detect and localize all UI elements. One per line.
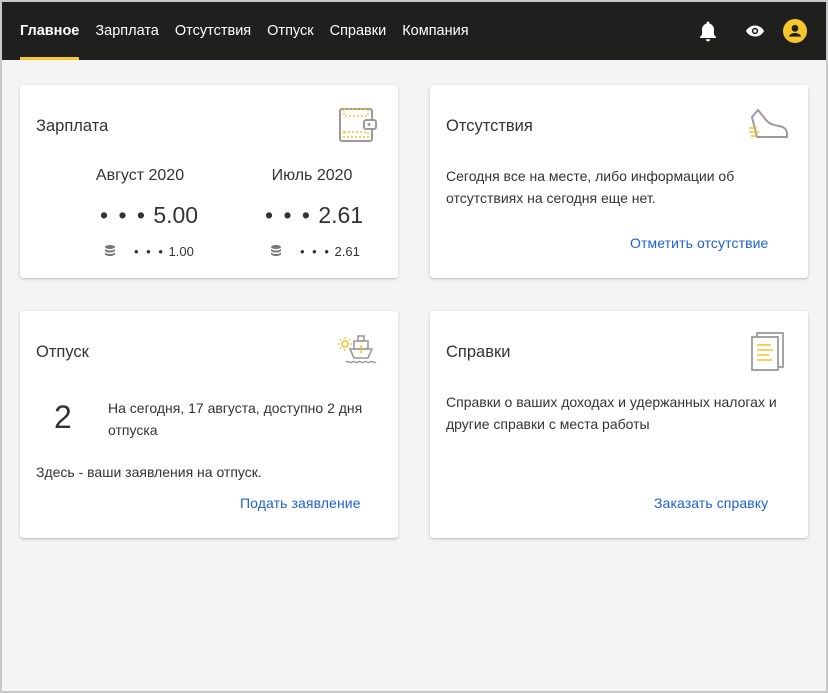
nav-item-salary[interactable]: Зарплата [95, 2, 159, 60]
salary-small-amount-value: 2.61 [334, 244, 360, 259]
nav-item-company[interactable]: Компания [402, 2, 468, 60]
absence-text: Сегодня все на месте, либо информации об… [446, 168, 735, 206]
eye-icon[interactable] [743, 19, 767, 43]
vacation-card[interactable]: Отпуск 2 На сегодня, 17 августа, доступн… [20, 311, 398, 538]
hidden-amount-dots: • • • [265, 202, 312, 228]
top-navigation-bar: Главное Зарплата Отсутствия Отпуск Справ… [2, 2, 826, 60]
order-certificate-link[interactable]: Заказать справку [654, 495, 768, 511]
submit-application-link[interactable]: Подать заявление [240, 495, 361, 511]
hidden-amount-dots: • • • [134, 244, 165, 259]
app-frame: Главное Зарплата Отсутствия Отпуск Справ… [2, 2, 826, 691]
coins-icon [269, 244, 283, 263]
salary-amount-1: • • • 5.00 [100, 202, 198, 229]
salary-amount-value: 2.61 [318, 202, 364, 228]
salary-small-amount-1: • • • 1.00 [134, 244, 194, 259]
salary-month-2: Июль 2020 [271, 167, 353, 184]
hidden-amount-dots: • • • [100, 202, 147, 228]
vacation-days-text: На сегодня, 17 августа, доступно 2 дня о… [108, 400, 363, 438]
salary-small-amount-value: 1.00 [168, 244, 194, 259]
user-avatar-icon[interactable] [783, 19, 807, 43]
mark-absence-link[interactable]: Отметить отсутствие [630, 235, 768, 251]
nav-item-vacation[interactable]: Отпуск [267, 2, 313, 60]
bell-icon[interactable] [696, 19, 720, 43]
certificates-card-title: Справки [446, 343, 511, 361]
vacation-days-count: 2 [54, 399, 72, 435]
main-nav: Главное Зарплата Отсутствия Отпуск Справ… [2, 2, 469, 60]
certificates-card[interactable]: Справки Справки о ваших доходах и удержа… [430, 311, 808, 538]
nav-item-absences[interactable]: Отсутствия [175, 2, 251, 60]
absence-card[interactable]: Отсутствия Сегодня все на месте, либо ин… [430, 85, 808, 278]
salary-amount-value: 5.00 [153, 202, 199, 228]
document-icon [750, 331, 786, 376]
hidden-amount-dots: • • • [300, 244, 331, 259]
wallet-icon [338, 106, 378, 149]
salary-card-title: Зарплата [36, 117, 109, 135]
salary-month-1: Август 2020 [95, 167, 185, 184]
sneaker-icon [748, 107, 790, 148]
salary-amount-2: • • • 2.61 [265, 202, 363, 229]
absence-card-title: Отсутствия [446, 117, 533, 135]
ship-sun-icon [338, 333, 380, 374]
vacation-applications-text: Здесь - ваши заявления на отпуск. [36, 464, 262, 480]
vacation-card-title: Отпуск [36, 343, 89, 361]
salary-card[interactable]: Зарплата Август 2020 • • • 5.00 • • • 1.… [20, 85, 398, 278]
nav-item-certificates[interactable]: Справки [330, 2, 387, 60]
nav-item-main[interactable]: Главное [20, 2, 80, 60]
certificates-text: Справки о ваших доходах и удержанных нал… [446, 394, 777, 432]
coins-icon [103, 244, 117, 263]
salary-small-amount-2: • • • 2.61 [300, 244, 360, 259]
